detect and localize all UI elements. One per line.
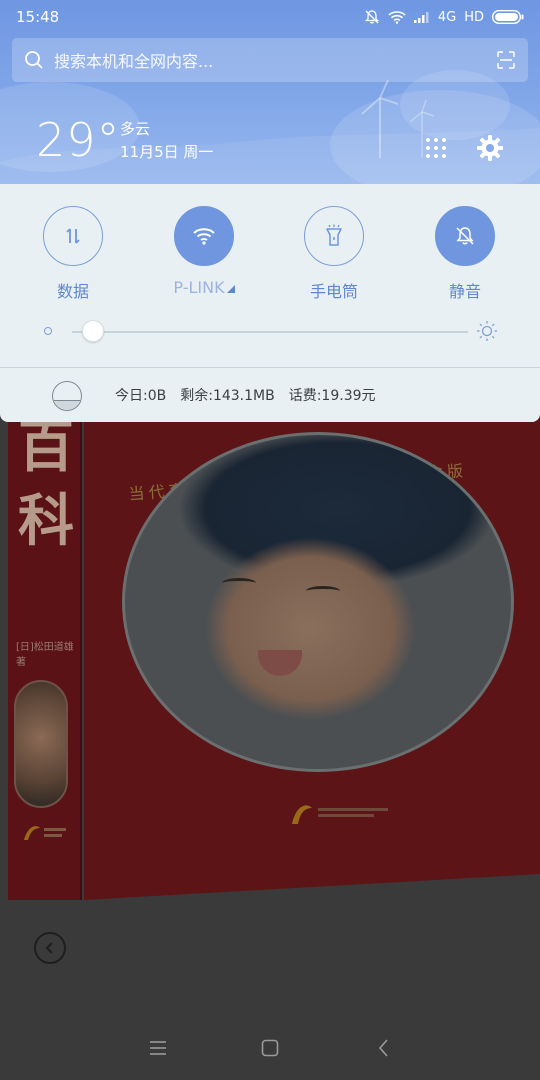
brightness-thumb[interactable] — [81, 320, 104, 342]
apps-grid-button[interactable] — [424, 136, 448, 160]
baby-photo — [122, 432, 514, 772]
hd-label: HD — [464, 9, 484, 25]
data-usage-icon — [52, 381, 82, 411]
grid-dot — [434, 146, 438, 150]
grid-dot — [442, 138, 446, 142]
publisher-logo-icon — [24, 826, 66, 840]
toggle-wifi-label-text: P-LINK — [173, 278, 225, 297]
chevron-left-icon — [45, 942, 53, 954]
network-type: 4G — [437, 9, 457, 25]
data-usage-today: 今日:0B — [115, 388, 167, 404]
menu-button[interactable] — [146, 1036, 170, 1060]
brightness-slider[interactable] — [44, 320, 500, 344]
notification-shade-header: 15:48 4G HD 搜索本机和全网内容... 29° 多云 11月5日 周一 — [0, 0, 540, 186]
home-button[interactable] — [258, 1036, 282, 1060]
brightness-track[interactable] — [72, 331, 468, 333]
data-usage-text: 今日:0B 剩余:143.1MB 话费:19.39元 — [115, 385, 390, 405]
weather-temperature[interactable]: 29° — [36, 114, 121, 166]
grid-dot — [426, 146, 430, 150]
data-usage-remaining: 剩余:143.1MB — [180, 388, 275, 404]
grid-dot — [434, 154, 438, 158]
gear-icon[interactable] — [476, 134, 504, 162]
toggle-flashlight[interactable]: 手电筒 — [279, 206, 389, 302]
baby-photo-eye-left — [222, 578, 256, 588]
grid-dot — [442, 146, 446, 150]
menu-icon — [150, 1041, 166, 1055]
data-usage-row[interactable]: 今日:0B 剩余:143.1MB 话费:19.39元 — [0, 368, 540, 422]
toggle-mute-circle[interactable] — [435, 206, 495, 266]
baby-photo-eye-right — [306, 586, 340, 596]
toggle-mobile-data-circle[interactable] — [43, 206, 103, 266]
publisher-logo-icon — [292, 805, 388, 824]
toggle-mobile-data[interactable]: 数据 — [18, 206, 128, 302]
search-bar[interactable]: 搜索本机和全网内容... — [12, 38, 528, 82]
toggle-wifi-label: P-LINK — [173, 278, 235, 297]
flashlight-icon — [326, 224, 342, 246]
toggle-wifi[interactable]: P-LINK — [149, 206, 259, 297]
home-square-icon — [261, 1039, 279, 1057]
mute-icon — [364, 10, 379, 24]
toggle-wifi-circle[interactable] — [174, 206, 234, 266]
status-bar: 15:48 4G HD — [0, 0, 540, 34]
toggle-mobile-data-label: 数据 — [56, 282, 89, 301]
toggle-flashlight-circle[interactable] — [304, 206, 364, 266]
scan-icon[interactable] — [496, 50, 516, 70]
search-input[interactable]: 搜索本机和全网内容... — [54, 48, 496, 72]
quick-settings-panel: 数据 P-LINK 手电筒 静音 今日:0B 剩余:143.1MB 话费:19.… — [0, 184, 540, 422]
book-spine-author: [日]松田道雄 著 — [16, 642, 74, 668]
signal-icon — [413, 12, 429, 23]
book-spine-title: 百科 — [18, 414, 74, 554]
weather-date: 11月5日 周一 — [120, 143, 214, 161]
weather-condition: 多云 — [120, 120, 151, 138]
navigation-bar — [0, 1016, 540, 1080]
grid-dot — [442, 154, 446, 158]
back-button[interactable] — [372, 1036, 396, 1060]
grid-dot — [426, 154, 430, 158]
toggle-mute[interactable]: 静音 — [410, 206, 520, 302]
grid-dot — [434, 138, 438, 142]
brightness-high-icon — [477, 321, 497, 341]
toggle-flashlight-label: 手电筒 — [309, 282, 358, 301]
battery-icon — [492, 10, 524, 24]
book-spine-photo — [14, 680, 68, 808]
status-time: 15:48 — [16, 8, 60, 26]
wifi-icon — [388, 11, 406, 24]
data-arrows-icon — [66, 228, 80, 244]
toggle-mute-label: 静音 — [448, 282, 481, 301]
expand-triangle-icon — [226, 285, 235, 293]
previous-page-button[interactable] — [34, 932, 66, 964]
brightness-low-icon — [44, 327, 52, 335]
book-spine: 百科 [日]松田道雄 著 — [8, 380, 82, 900]
back-chevron-icon — [378, 1039, 388, 1057]
phone-balance: 话费:19.39元 — [288, 388, 376, 404]
status-icons: 4G HD — [364, 9, 524, 25]
search-icon — [25, 51, 43, 69]
mute-icon — [456, 227, 474, 245]
grid-dot — [426, 138, 430, 142]
wifi-icon — [193, 228, 215, 245]
